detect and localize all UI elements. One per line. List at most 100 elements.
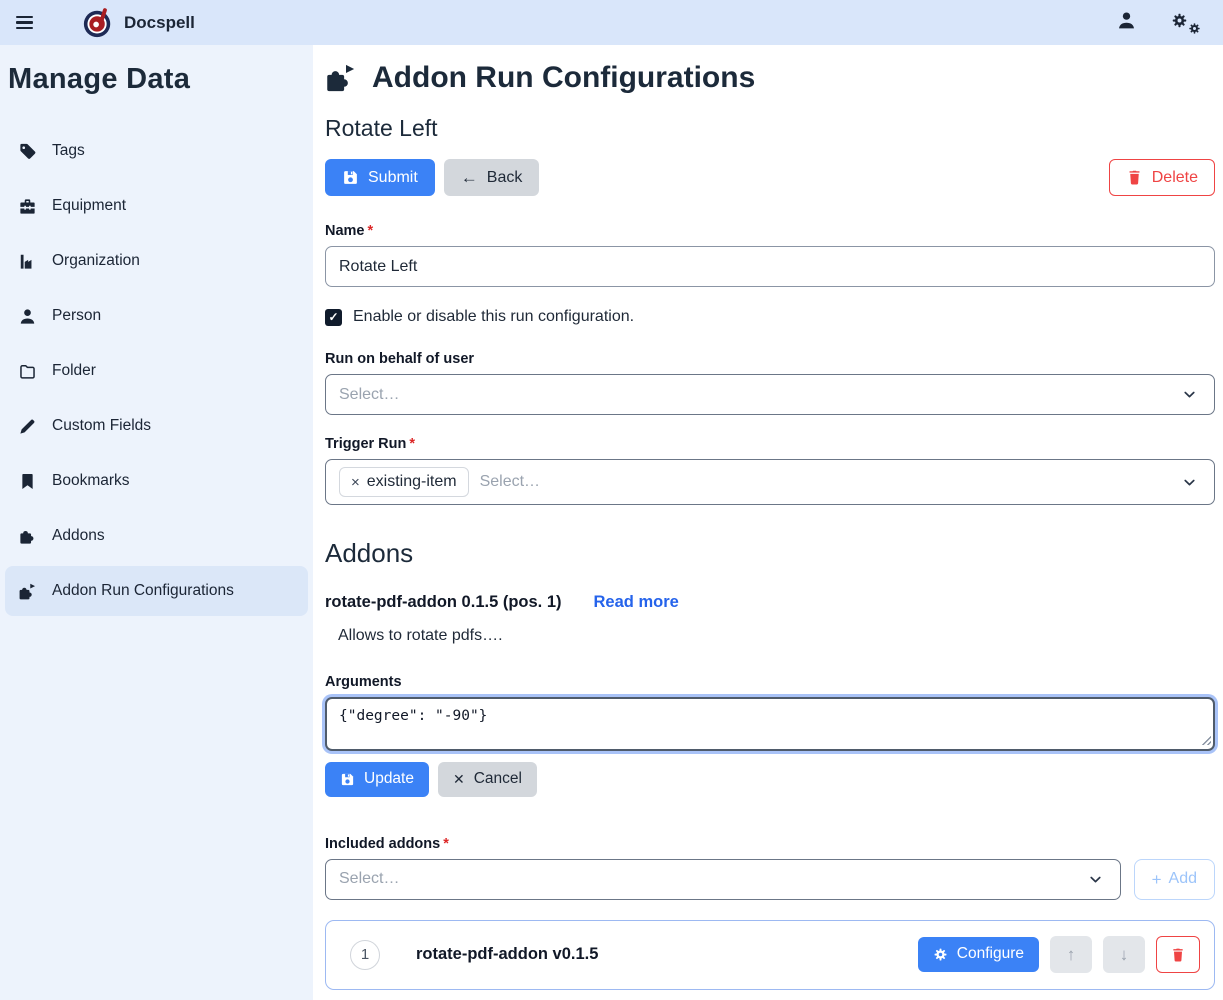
gear-icon [933,947,948,962]
puzzle-icon [17,526,37,546]
pen-icon [17,416,37,436]
read-more-link[interactable]: Read more [594,593,679,612]
trigger-run-select[interactable]: × existing-item Select… [325,459,1215,505]
puzzle-play-icon [325,63,357,93]
form-toolbar: Submit ← Back Delete [325,159,1215,196]
factory-icon [17,251,37,271]
enable-checkbox-label: Enable or disable this run configuration… [353,308,634,326]
selected-trigger-chip[interactable]: × existing-item [339,467,469,497]
sidebar-item-equipment[interactable]: Equipment [5,181,308,231]
chevron-down-icon [1087,871,1104,888]
app-title: Docspell [124,13,195,33]
config-name-heading: Rotate Left [325,115,1215,142]
arguments-actions: Update ✕ Cancel [325,762,1215,797]
addons-section-heading: Addons [325,538,1215,569]
select-placeholder: Select… [480,473,540,491]
addon-header: rotate-pdf-addon 0.1.5 (pos. 1) Read mor… [325,593,1215,612]
chevron-down-icon [1181,386,1198,403]
addon-name: rotate-pdf-addon v0.1.5 [416,945,598,964]
cancel-icon: ✕ [453,772,465,786]
included-addons-field: Included addons* Select… + Add [325,836,1215,900]
check-icon: ✓ [328,310,338,324]
trash-icon [1126,169,1143,186]
docspell-logo-icon [82,6,114,40]
sidebar-item-organization[interactable]: Organization [5,236,308,286]
remove-icon[interactable]: × [351,474,360,491]
chevron-down-icon [1181,474,1198,491]
arguments-label: Arguments [325,674,1215,690]
settings-gears-icon[interactable] [1171,11,1201,35]
trigger-run-label: Trigger Run* [325,436,1215,452]
save-icon [342,169,359,186]
run-on-behalf-label: Run on behalf of user [325,351,1215,367]
move-down-button[interactable]: ↓ [1103,936,1145,973]
toolbox-icon [17,196,37,216]
enabled-checkbox[interactable]: ✓ [325,309,342,326]
run-on-behalf-select[interactable]: Select… [325,374,1215,415]
main-content: Addon Run Configurations Rotate Left Sub… [313,45,1223,1000]
included-addons-label: Included addons* [325,836,1215,852]
folder-icon [17,361,37,381]
cancel-button[interactable]: ✕ Cancel [438,762,537,797]
plus-icon: + [1152,871,1162,888]
remove-addon-button[interactable] [1156,936,1200,973]
page-title: Addon Run Configurations [325,61,1215,95]
user-account-icon[interactable] [1116,10,1137,36]
arguments-field: Arguments {"degree": "-90"} [325,674,1215,751]
sidebar: Manage Data Tags Equipment Organization … [0,45,313,1000]
addon-description: Allows to rotate pdfs…. [338,627,1215,645]
sidebar-item-label: Addon Run Configurations [52,582,234,600]
add-addon-button[interactable]: + Add [1134,859,1215,900]
top-navbar: Docspell [0,0,1223,45]
back-button[interactable]: ← Back [444,159,540,196]
puzzle-play-icon [17,581,37,601]
sidebar-item-label: Folder [52,362,96,380]
sidebar-item-label: Equipment [52,197,126,215]
sidebar-item-tags[interactable]: Tags [5,126,308,176]
sidebar-item-label: Person [52,307,101,325]
delete-button[interactable]: Delete [1109,159,1215,196]
sidebar-item-custom-fields[interactable]: Custom Fields [5,401,308,451]
bookmark-icon [17,471,37,491]
person-icon [17,306,37,326]
required-mark: * [409,436,415,452]
app-brand[interactable]: Docspell [82,6,195,40]
trash-icon [1170,947,1186,963]
select-placeholder: Select… [339,870,399,888]
sidebar-item-label: Tags [52,142,85,160]
sidebar-item-addons[interactable]: Addons [5,511,308,561]
addon-list-item: 1 rotate-pdf-addon v0.1.5 Configure ↑ ↓ [325,920,1215,990]
sidebar-item-person[interactable]: Person [5,291,308,341]
enable-checkbox-row[interactable]: ✓ Enable or disable this run configurati… [325,308,1215,326]
sidebar-title: Manage Data [8,63,305,96]
sidebar-item-bookmarks[interactable]: Bookmarks [5,456,308,506]
trigger-run-field: Trigger Run* × existing-item Select… [325,436,1215,505]
sidebar-nav: Tags Equipment Organization Person Folde… [0,126,313,616]
name-field: Name* [325,223,1215,287]
update-button[interactable]: Update [325,762,429,797]
sidebar-item-label: Custom Fields [52,417,151,435]
sidebar-item-label: Organization [52,252,140,270]
move-up-button[interactable]: ↑ [1050,936,1092,973]
down-arrow-icon: ↓ [1120,945,1129,965]
chip-label: existing-item [367,473,457,491]
configure-button[interactable]: Configure [918,937,1039,972]
addon-position-badge: 1 [350,940,380,970]
up-arrow-icon: ↑ [1067,945,1076,965]
back-arrow-icon: ← [461,169,478,186]
sidebar-item-addon-run-configurations[interactable]: Addon Run Configurations [5,566,308,616]
menu-icon[interactable] [16,10,42,36]
required-mark: * [443,836,449,852]
name-input[interactable] [325,246,1215,287]
name-label: Name* [325,223,1215,239]
addon-item-actions: Configure ↑ ↓ [918,936,1200,973]
required-mark: * [368,223,374,239]
sidebar-item-folder[interactable]: Folder [5,346,308,396]
select-placeholder: Select… [339,386,399,404]
submit-button[interactable]: Submit [325,159,435,196]
addon-title: rotate-pdf-addon 0.1.5 (pos. 1) [325,593,562,612]
tag-icon [17,141,37,161]
included-addons-select[interactable]: Select… [325,859,1121,900]
arguments-textarea[interactable]: {"degree": "-90"} [325,697,1215,751]
sidebar-item-label: Addons [52,527,105,545]
